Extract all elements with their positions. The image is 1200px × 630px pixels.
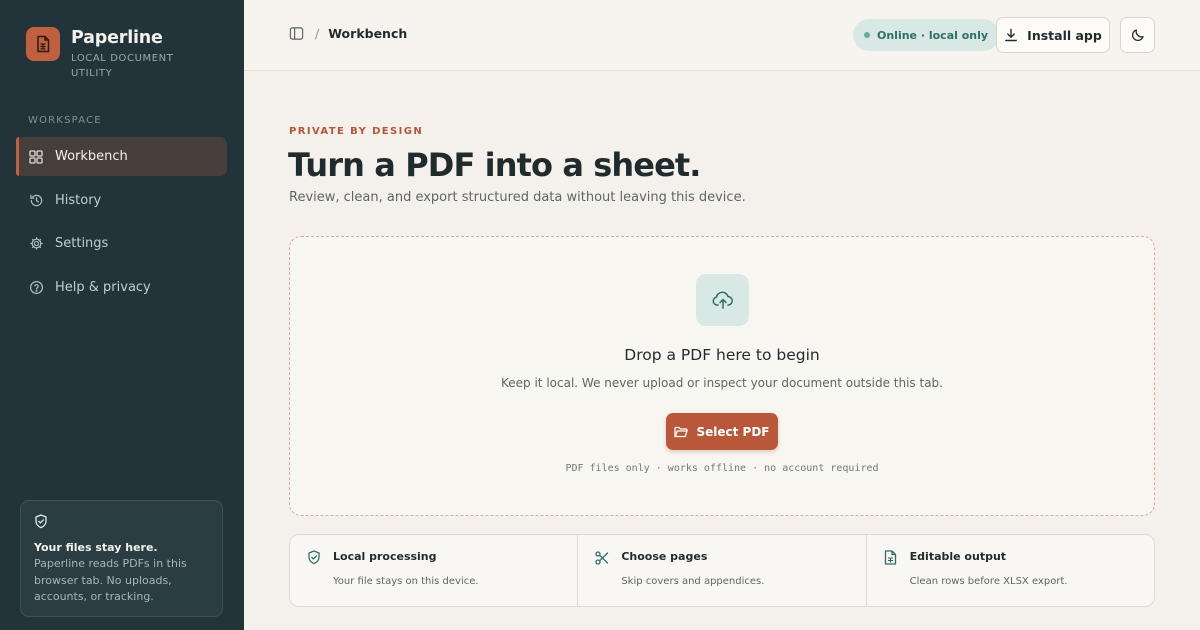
feature-title: Choose pages bbox=[621, 550, 708, 563]
upload-cloud-icon bbox=[696, 274, 749, 326]
feature-title: Local processing bbox=[333, 550, 437, 563]
download-icon bbox=[1004, 28, 1018, 42]
sidebar: Paperline LOCAL DOCUMENT UTILITY WORKSPA… bbox=[0, 0, 244, 630]
feature-strip: Local processing Your file stays on this… bbox=[289, 534, 1155, 607]
feature-desc: Clean rows before XLSX export. bbox=[909, 576, 1068, 587]
select-pdf-label: Select PDF bbox=[696, 424, 770, 439]
page-subtitle: Review, clean, and export structured dat… bbox=[289, 190, 746, 205]
sidebar-item-label: Workbench bbox=[55, 149, 128, 164]
feature-choose-pages: Choose pages Skip covers and appendices. bbox=[578, 535, 867, 606]
pdf-dropzone[interactable]: Drop a PDF here to begin Keep it local. … bbox=[289, 236, 1155, 516]
scissors-icon bbox=[595, 550, 609, 569]
status-badge: Online · local only bbox=[853, 19, 1000, 51]
brand[interactable]: Paperline LOCAL DOCUMENT UTILITY bbox=[26, 27, 187, 81]
app-name: Paperline bbox=[71, 28, 163, 48]
feature-desc: Your file stays on this device. bbox=[333, 576, 479, 587]
breadcrumb-separator: / bbox=[315, 26, 320, 41]
sidebar-nav: Workbench History Settings Help & privac… bbox=[16, 137, 227, 311]
folder-open-icon bbox=[674, 426, 689, 438]
sidebar-item-workbench[interactable]: Workbench bbox=[16, 137, 227, 176]
help-circle-icon bbox=[28, 279, 44, 295]
app-tagline: LOCAL DOCUMENT UTILITY bbox=[71, 53, 174, 79]
status-dot bbox=[864, 32, 870, 38]
sidebar-item-label: History bbox=[55, 192, 102, 208]
install-app-button[interactable]: Install app bbox=[996, 17, 1110, 53]
shield-check-icon bbox=[307, 550, 321, 569]
install-app-label: Install app bbox=[1027, 27, 1102, 43]
feature-desc: Skip covers and appendices. bbox=[621, 576, 765, 587]
document-logo-icon bbox=[26, 27, 60, 61]
spreadsheet-icon bbox=[884, 550, 897, 569]
privacy-card: Your files stay here. Paperline reads PD… bbox=[20, 500, 223, 617]
dropzone-subtitle: Keep it local. We never upload or inspec… bbox=[501, 376, 943, 390]
feature-local-processing: Local processing Your file stays on this… bbox=[290, 535, 579, 606]
hero-eyebrow: PRIVATE BY DESIGN bbox=[289, 126, 424, 137]
breadcrumb: / Workbench bbox=[289, 26, 407, 41]
theme-toggle-button[interactable] bbox=[1120, 17, 1155, 53]
nav-section-label: WORKSPACE bbox=[28, 115, 102, 126]
moon-icon bbox=[1131, 28, 1145, 42]
status-text: Online · local only bbox=[877, 28, 989, 42]
dropzone-note: PDF files only · works offline · no acco… bbox=[565, 463, 879, 474]
top-bar: / Workbench Online · local only Install … bbox=[244, 0, 1200, 71]
sidebar-item-help-privacy[interactable]: Help & privacy bbox=[16, 268, 227, 307]
sidebar-toggle-icon[interactable] bbox=[289, 26, 304, 41]
dropzone-title: Drop a PDF here to begin bbox=[624, 346, 820, 364]
select-pdf-button[interactable]: Select PDF bbox=[666, 413, 778, 450]
feature-title: Editable output bbox=[909, 550, 1007, 563]
gear-icon bbox=[28, 236, 44, 252]
history-icon bbox=[28, 192, 44, 208]
sidebar-item-label: Settings bbox=[55, 236, 109, 251]
sidebar-item-label: Help & privacy bbox=[55, 279, 151, 295]
breadcrumb-current: Workbench bbox=[328, 26, 408, 41]
feature-editable-output: Editable output Clean rows before XLSX e… bbox=[867, 535, 1154, 606]
sidebar-item-settings[interactable]: Settings bbox=[16, 224, 227, 263]
sidebar-item-history[interactable]: History bbox=[16, 181, 227, 220]
privacy-card-text: Paperline reads PDFs in this browser tab… bbox=[34, 557, 187, 603]
privacy-card-title: Your files stay here. bbox=[34, 541, 158, 554]
page-title: Turn a PDF into a sheet. bbox=[288, 146, 701, 184]
shield-check-icon bbox=[34, 514, 48, 533]
grid-icon bbox=[28, 149, 44, 165]
